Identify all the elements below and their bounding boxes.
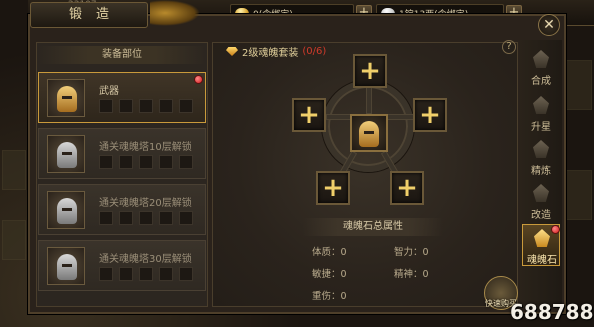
slot-locked-10[interactable]: 通关魂魄塔10层解锁	[38, 128, 206, 179]
empty-gem-slot	[99, 155, 113, 169]
attr-label: 精神：	[394, 269, 423, 280]
weapon-helmet-icon	[47, 79, 85, 117]
soul-gem-icon	[534, 229, 550, 247]
tab-soul-stone[interactable]: 魂魄石	[522, 224, 560, 266]
slot-name: 通关魂魄塔10层解锁	[99, 142, 192, 153]
tab-upgrade-star[interactable]: 升星	[522, 92, 560, 134]
gem-icon	[226, 47, 238, 56]
center-equipment-icon	[350, 114, 388, 152]
close-button[interactable]: ✕	[538, 14, 560, 36]
world-tile	[566, 170, 592, 220]
world-tile	[2, 220, 26, 260]
slot-weapon[interactable]: 武器	[38, 72, 206, 123]
attribute-title: 魂魄石总属性	[303, 218, 443, 236]
world-tile	[2, 150, 26, 190]
dragon-ornament-icon	[150, 0, 200, 26]
tab-refine[interactable]: 精炼	[522, 136, 560, 178]
world-tile	[566, 60, 592, 110]
set-label: 2级魂魄套装 (0/6)	[226, 44, 326, 59]
empty-gem-slot	[99, 211, 113, 225]
empty-gem-slot	[159, 211, 173, 225]
gem-socket-right[interactable]: +	[413, 98, 447, 132]
empty-gem-slot	[139, 211, 153, 225]
set-name: 2级魂魄套装	[242, 48, 299, 59]
attr-value: 0	[422, 247, 429, 258]
empty-gem-slot	[119, 155, 133, 169]
add-gem-icon: +	[322, 173, 344, 203]
slot-locked-20[interactable]: 通关魂魄塔20层解锁	[38, 184, 206, 235]
watermark: 688788	[510, 300, 594, 324]
attr-spirit: 精神：0	[394, 266, 429, 280]
empty-gem-slot	[159, 155, 173, 169]
gem-socket-bottom-right[interactable]: +	[390, 171, 424, 205]
add-gem-icon: +	[419, 100, 441, 130]
empty-gem-slot	[119, 267, 133, 281]
refine-icon	[533, 140, 549, 158]
gem-socket-top[interactable]: +	[353, 54, 387, 88]
alert-dot	[551, 225, 560, 234]
tab-label: 合成	[531, 76, 551, 87]
modify-icon	[533, 184, 549, 202]
empty-gem-slot	[99, 99, 113, 113]
attr-value: 0	[340, 247, 347, 258]
set-progress: (0/6)	[302, 46, 327, 57]
add-gem-icon: +	[396, 173, 418, 203]
gem-socket-bottom-left[interactable]: +	[316, 171, 350, 205]
tab-label: 升星	[531, 122, 551, 133]
empty-gem-slot	[179, 267, 193, 281]
gem-socket-left[interactable]: +	[292, 98, 326, 132]
locked-helmet-icon	[47, 247, 85, 285]
tab-compose[interactable]: 合成	[522, 46, 560, 88]
star-up-icon	[533, 96, 549, 114]
attr-label: 体质：	[312, 247, 341, 258]
locked-helmet-icon	[47, 191, 85, 229]
empty-gem-slot	[139, 155, 153, 169]
attr-value: 0	[340, 269, 347, 280]
equipment-panel-header: 装备部位	[38, 46, 206, 64]
gem-row	[99, 155, 193, 169]
tab-label: 魂魄石	[527, 255, 557, 266]
empty-gem-slot	[139, 267, 153, 281]
help-button[interactable]: ?	[502, 40, 516, 54]
attr-label: 智力：	[394, 247, 423, 258]
attr-intelligence: 智力：0	[394, 244, 429, 258]
ring-spoke	[366, 86, 372, 114]
window-title: 锻造	[30, 2, 148, 28]
empty-gem-slot	[99, 267, 113, 281]
slot-name: 通关魂魄塔20层解锁	[99, 198, 192, 209]
empty-gem-slot	[159, 99, 173, 113]
attr-value: 0	[422, 269, 429, 280]
tab-label: 精炼	[531, 166, 551, 177]
add-gem-icon: +	[298, 100, 320, 130]
empty-gem-slot	[179, 99, 193, 113]
tab-modify[interactable]: 改造	[522, 180, 560, 222]
slot-name: 通关魂魄塔30层解锁	[99, 254, 192, 265]
gem-row	[99, 267, 193, 281]
empty-gem-slot	[159, 267, 173, 281]
slot-name: 武器	[99, 86, 119, 97]
ring-spoke	[386, 114, 414, 120]
empty-gem-slot	[119, 99, 133, 113]
empty-gem-slot	[139, 99, 153, 113]
gem-row	[99, 211, 193, 225]
attr-agility: 敏捷：0	[312, 266, 347, 280]
empty-gem-slot	[179, 211, 193, 225]
alert-dot	[194, 75, 203, 84]
compose-icon	[533, 50, 549, 68]
attr-value: 0	[340, 291, 347, 302]
empty-gem-slot	[179, 155, 193, 169]
attr-heavy-wound: 重伤：0	[312, 288, 347, 302]
locked-helmet-icon	[47, 135, 85, 173]
tab-label: 改造	[531, 210, 551, 221]
attr-label: 敏捷：	[312, 269, 341, 280]
slot-locked-30[interactable]: 通关魂魄塔30层解锁	[38, 240, 206, 291]
empty-gem-slot	[119, 211, 133, 225]
attr-constitution: 体质：0	[312, 244, 347, 258]
gem-row	[99, 99, 193, 113]
attr-label: 重伤：	[312, 291, 341, 302]
add-gem-icon: +	[359, 56, 381, 86]
